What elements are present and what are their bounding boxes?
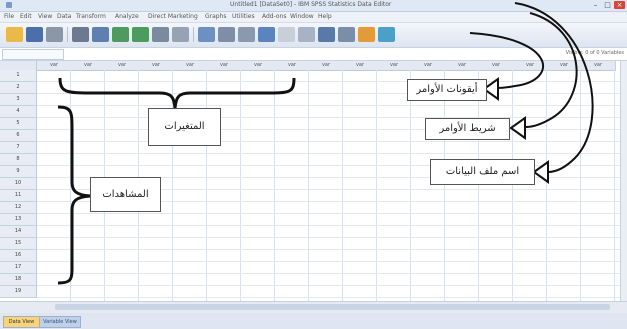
variables-brace	[58, 77, 296, 109]
callout-cases: المشاهدات	[90, 177, 161, 212]
callout-variables: المتغيرات	[148, 108, 221, 146]
cases-brace	[57, 105, 91, 285]
spss-data-editor: Untitled1 [DataSet0] - IBM SPSS Statisti…	[0, 0, 627, 329]
callout-menu-bar: شريط الأوامر	[425, 118, 510, 140]
arrowhead-file-name	[532, 160, 549, 184]
callout-file-name: اسم ملف البيانات	[430, 159, 535, 185]
arrow-curve-menu-bar	[525, 12, 578, 128]
arrowhead-menu-bar	[509, 116, 526, 140]
callout-toolbar-icons: أيقونات الأوامر	[407, 79, 487, 101]
arrow-curve-file-name	[514, 2, 594, 173]
